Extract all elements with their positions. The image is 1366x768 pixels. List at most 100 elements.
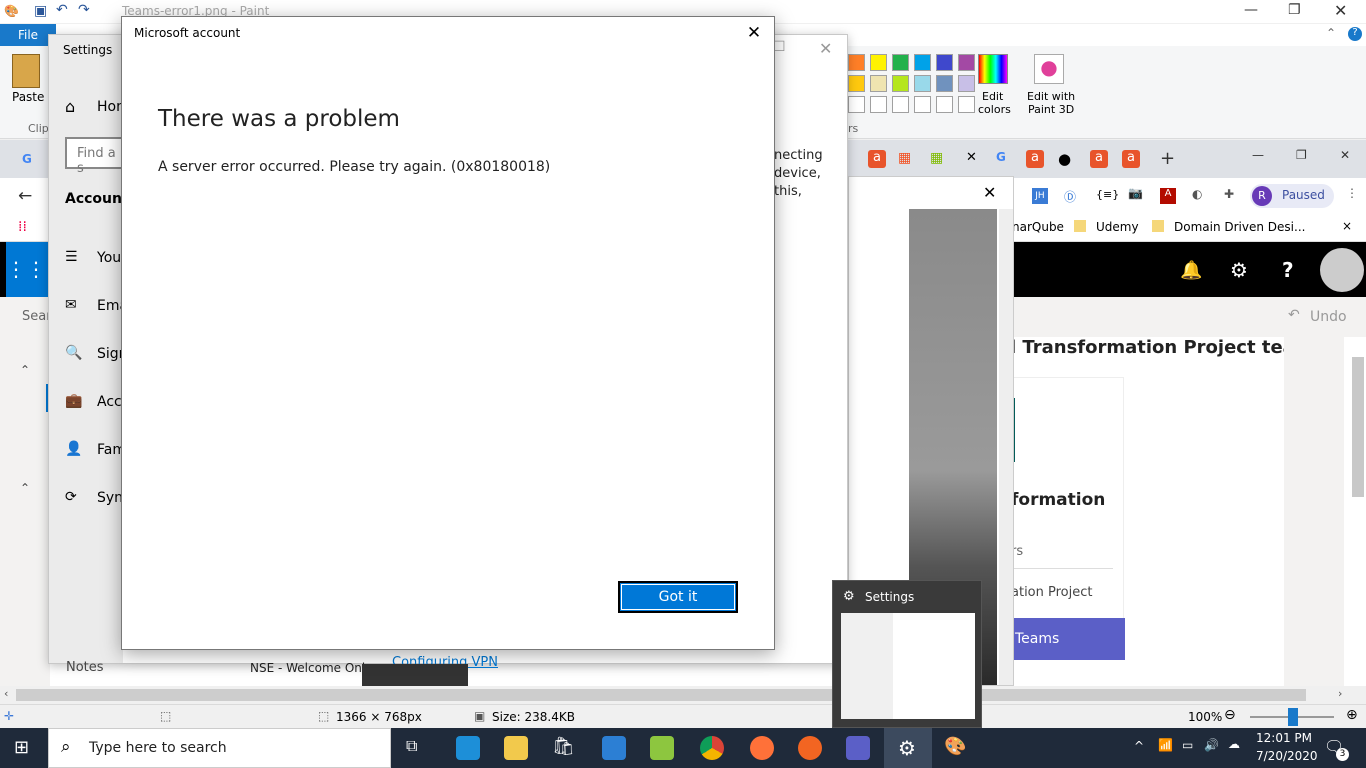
github-icon[interactable]: ● (1058, 150, 1071, 168)
clock-date[interactable]: 7/20/2020 (1256, 749, 1318, 763)
wifi-icon[interactable]: 📶 (1158, 738, 1173, 752)
color-swatch[interactable] (892, 96, 909, 113)
tray-chevron-icon[interactable]: ^ (1134, 739, 1144, 753)
notepad-plus-icon[interactable] (650, 736, 674, 760)
email-icon[interactable]: ✉ (65, 297, 77, 313)
color-swatch[interactable] (848, 75, 865, 92)
mail-icon[interactable] (602, 736, 626, 760)
home-icon[interactable]: ⌂ (65, 97, 75, 116)
zoom-in-icon[interactable]: ⊕ (1346, 707, 1358, 723)
color-swatch[interactable] (914, 54, 931, 71)
color-swatch[interactable] (936, 75, 953, 92)
color-swatch[interactable] (958, 96, 975, 113)
vertical-scrollbar-thumb[interactable] (1352, 357, 1364, 497)
color-swatch[interactable] (914, 75, 931, 92)
zoom-out-icon[interactable]: ⊖ (1224, 707, 1236, 723)
edge-icon[interactable] (456, 736, 480, 760)
app-launcher-icon[interactable]: ⋮⋮⋮ (6, 242, 66, 297)
undo-label[interactable]: Undo (1310, 309, 1347, 325)
tab-a-icon-4[interactable]: a (1122, 150, 1140, 168)
firefox-icon[interactable] (750, 736, 774, 760)
clock-time[interactable]: 12:01 PM (1256, 731, 1312, 745)
tab-a-icon-2[interactable]: a (1026, 150, 1044, 168)
paint-taskbar-icon[interactable]: 🎨 (944, 736, 968, 760)
volume-icon[interactable]: 🔊 (1204, 738, 1219, 752)
chrome-restore-icon[interactable]: ❐ (1296, 148, 1307, 162)
edit-paint3d-label-2[interactable]: Paint 3D (1028, 103, 1074, 116)
json-extension-icon[interactable]: {≡} (1096, 188, 1119, 201)
scroll-right-icon[interactable]: › (1338, 687, 1342, 700)
color-swatch[interactable] (936, 96, 953, 113)
extension-circle-icon[interactable]: ◐ (1192, 187, 1202, 201)
color-swatch[interactable] (892, 75, 909, 92)
help-question-icon[interactable]: ? (1282, 258, 1294, 282)
teams-icon[interactable] (846, 736, 870, 760)
color-swatch[interactable] (958, 75, 975, 92)
zoom-slider-thumb[interactable] (1288, 708, 1298, 726)
help-icon[interactable]: ? (1348, 27, 1362, 41)
google-icon-2[interactable]: G (996, 150, 1006, 164)
close-icon[interactable]: ✕ (1334, 1, 1347, 20)
tab-a-icon-3[interactable]: a (1090, 150, 1108, 168)
chrome-close-icon[interactable]: ✕ (1340, 148, 1350, 162)
user-avatar[interactable] (1320, 248, 1364, 292)
new-tab-icon[interactable]: + (1160, 148, 1175, 169)
back-arrow-icon[interactable]: ← (18, 186, 32, 206)
camera-icon[interactable]: 📷 (1128, 186, 1143, 200)
color-swatch[interactable] (936, 54, 953, 71)
pdf-icon[interactable]: A (1160, 188, 1176, 204)
microsoft-icon[interactable]: ▦ (898, 150, 911, 166)
postman-icon[interactable] (798, 736, 822, 760)
undo-arrow-icon[interactable]: ↶ (1288, 307, 1300, 323)
file-explorer-icon[interactable] (504, 736, 528, 760)
tab-a-icon[interactable]: a (868, 150, 886, 168)
color-swatch[interactable] (870, 54, 887, 71)
profile-paused-chip[interactable]: R Paused (1250, 184, 1334, 208)
chrome-menu-icon[interactable]: ⋮ (1346, 186, 1358, 200)
settings-close-icon[interactable]: ✕ (819, 39, 832, 58)
tab-close-icon[interactable]: ✕ (966, 150, 977, 165)
color-swatch[interactable] (914, 96, 931, 113)
chrome-minimize-icon[interactable]: — (1252, 148, 1264, 162)
jh-extension-icon[interactable]: JH (1032, 188, 1048, 204)
settings-taskbar-active[interactable]: ⚙ (884, 728, 932, 768)
horizontal-scrollbar[interactable]: ‹ › (0, 686, 1366, 704)
family-icon[interactable]: 👤 (65, 441, 82, 457)
extensions-puzzle-icon[interactable]: ✚ (1224, 187, 1234, 201)
task-view-icon[interactable]: ⧉ (406, 736, 430, 760)
hscroll-thumb[interactable] (16, 689, 1306, 701)
color-swatch[interactable] (848, 96, 865, 113)
gear-icon[interactable]: ⚙ (1230, 258, 1248, 282)
paste-label[interactable]: Paste (12, 90, 44, 104)
nse-mail-subject[interactable]: NSE - Welcome Onbo (250, 661, 377, 675)
edit-colors-label-2[interactable]: colors (978, 103, 1011, 116)
bell-icon[interactable]: 🔔 (1180, 260, 1202, 281)
photo-scrollbar[interactable] (999, 209, 1013, 685)
redo-icon[interactable]: ↷ (78, 2, 90, 18)
minimize-icon[interactable]: — (1244, 2, 1258, 18)
paste-icon[interactable] (12, 54, 40, 88)
collapse-icon-2[interactable]: ⌃ (20, 481, 30, 495)
key-icon[interactable]: 🔍 (65, 345, 82, 361)
microsoft-icon-2[interactable]: ▦ (930, 150, 943, 166)
open-teams-button[interactable]: Teams (1001, 618, 1125, 660)
chevron-up-icon[interactable]: ⌃ (1326, 26, 1336, 40)
bookmarks-more-icon[interactable]: × (1342, 219, 1352, 233)
your-info-icon[interactable]: ☰ (65, 249, 78, 265)
color-swatch[interactable] (958, 54, 975, 71)
sync-icon[interactable]: ⟳ (65, 489, 77, 505)
save-icon[interactable]: ▣ (34, 3, 47, 19)
notes-label[interactable]: Notes (66, 660, 104, 675)
apps-grid-icon[interactable]: ⁞⁞ (18, 219, 27, 235)
scroll-left-icon[interactable]: ‹ (4, 687, 8, 700)
onedrive-icon[interactable]: ☁ (1228, 737, 1240, 751)
windows-start-icon[interactable]: ⊞ (14, 737, 29, 758)
color-swatch[interactable] (892, 54, 909, 71)
taskbar-search-box[interactable]: ⌕ Type here to search (48, 728, 391, 768)
paint3d-icon[interactable]: ● (1034, 54, 1064, 84)
color-swatch[interactable] (848, 54, 865, 71)
got-it-button[interactable]: Got it (618, 581, 738, 613)
edit-colors-label-1[interactable]: Edit (982, 90, 1003, 103)
briefcase-icon[interactable]: 💼 (65, 393, 82, 409)
google-icon[interactable]: G (22, 152, 32, 166)
